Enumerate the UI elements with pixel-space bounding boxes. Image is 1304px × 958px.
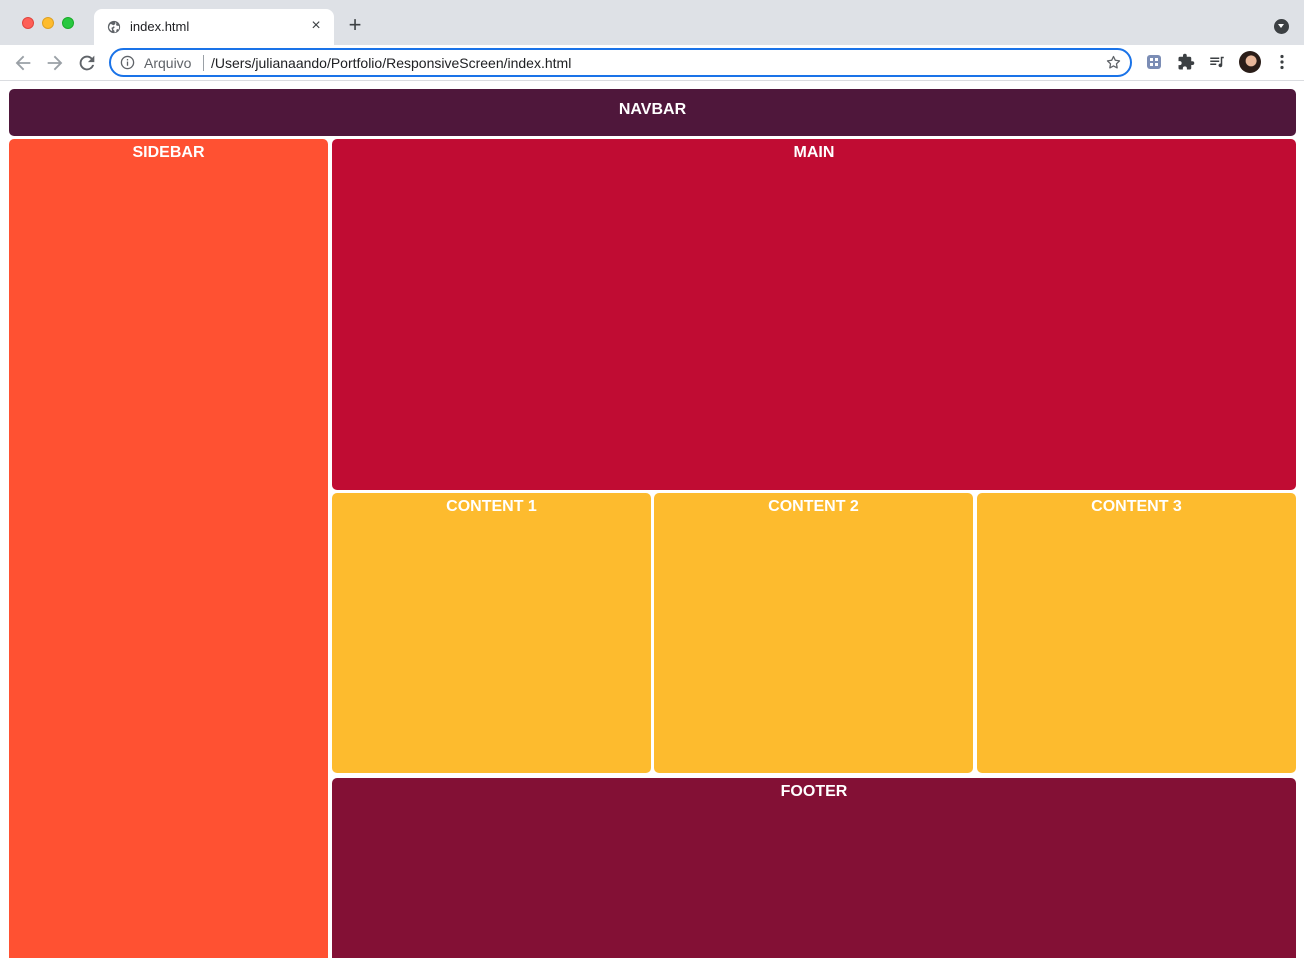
address-bar[interactable]: Arquivo /Users/julianaando/Portfolio/Res…	[109, 48, 1132, 77]
sidebar-section: SIDEBAR	[9, 139, 328, 958]
navbar-section: NAVBAR	[9, 89, 1296, 136]
main-section: MAIN	[332, 139, 1296, 490]
main-label: MAIN	[793, 144, 835, 161]
footer-label: FOOTER	[780, 783, 848, 800]
footer-section: FOOTER	[332, 778, 1296, 958]
address-scheme-label: Arquivo	[144, 55, 192, 71]
content-3-label: CONTENT 3	[1091, 498, 1182, 515]
puzzle-icon[interactable]	[1177, 53, 1195, 71]
window-close-button[interactable]	[22, 17, 34, 29]
navbar-label: NAVBAR	[618, 101, 687, 118]
tab-strip: index.html × +	[0, 0, 1304, 45]
media-queue-icon[interactable]	[1208, 53, 1226, 71]
window-maximize-button[interactable]	[62, 17, 74, 29]
more-menu-icon[interactable]	[1273, 53, 1291, 71]
browser-tab[interactable]: index.html ×	[94, 9, 334, 45]
back-arrow-icon[interactable]	[12, 52, 34, 74]
sidebar-label: SIDEBAR	[132, 144, 205, 161]
forward-arrow-icon[interactable]	[44, 52, 66, 74]
content-1-section: CONTENT 1	[332, 493, 651, 773]
info-icon[interactable]	[120, 55, 135, 70]
new-tab-button[interactable]: +	[345, 14, 365, 36]
bookmark-star-icon[interactable]	[1105, 54, 1122, 71]
content-2-label: CONTENT 2	[768, 498, 859, 515]
content-2-section: CONTENT 2	[654, 493, 973, 773]
address-separator	[203, 55, 204, 71]
reload-icon[interactable]	[76, 52, 98, 74]
tab-search-button[interactable]	[1274, 19, 1289, 34]
tab-title: index.html	[130, 19, 190, 34]
extension-icon[interactable]	[1145, 53, 1163, 71]
page-viewport: NAVBAR SIDEBAR MAIN CONTENT 1 CONTENT 2 …	[0, 82, 1304, 958]
profile-avatar[interactable]	[1239, 51, 1261, 73]
browser-toolbar: Arquivo /Users/julianaando/Portfolio/Res…	[0, 45, 1304, 81]
tab-close-button[interactable]: ×	[307, 17, 325, 35]
window-minimize-button[interactable]	[42, 17, 54, 29]
content-3-section: CONTENT 3	[977, 493, 1296, 773]
content-1-label: CONTENT 1	[446, 498, 537, 515]
address-url[interactable]: /Users/julianaando/Portfolio/ResponsiveS…	[211, 55, 571, 71]
globe-icon	[107, 20, 121, 34]
